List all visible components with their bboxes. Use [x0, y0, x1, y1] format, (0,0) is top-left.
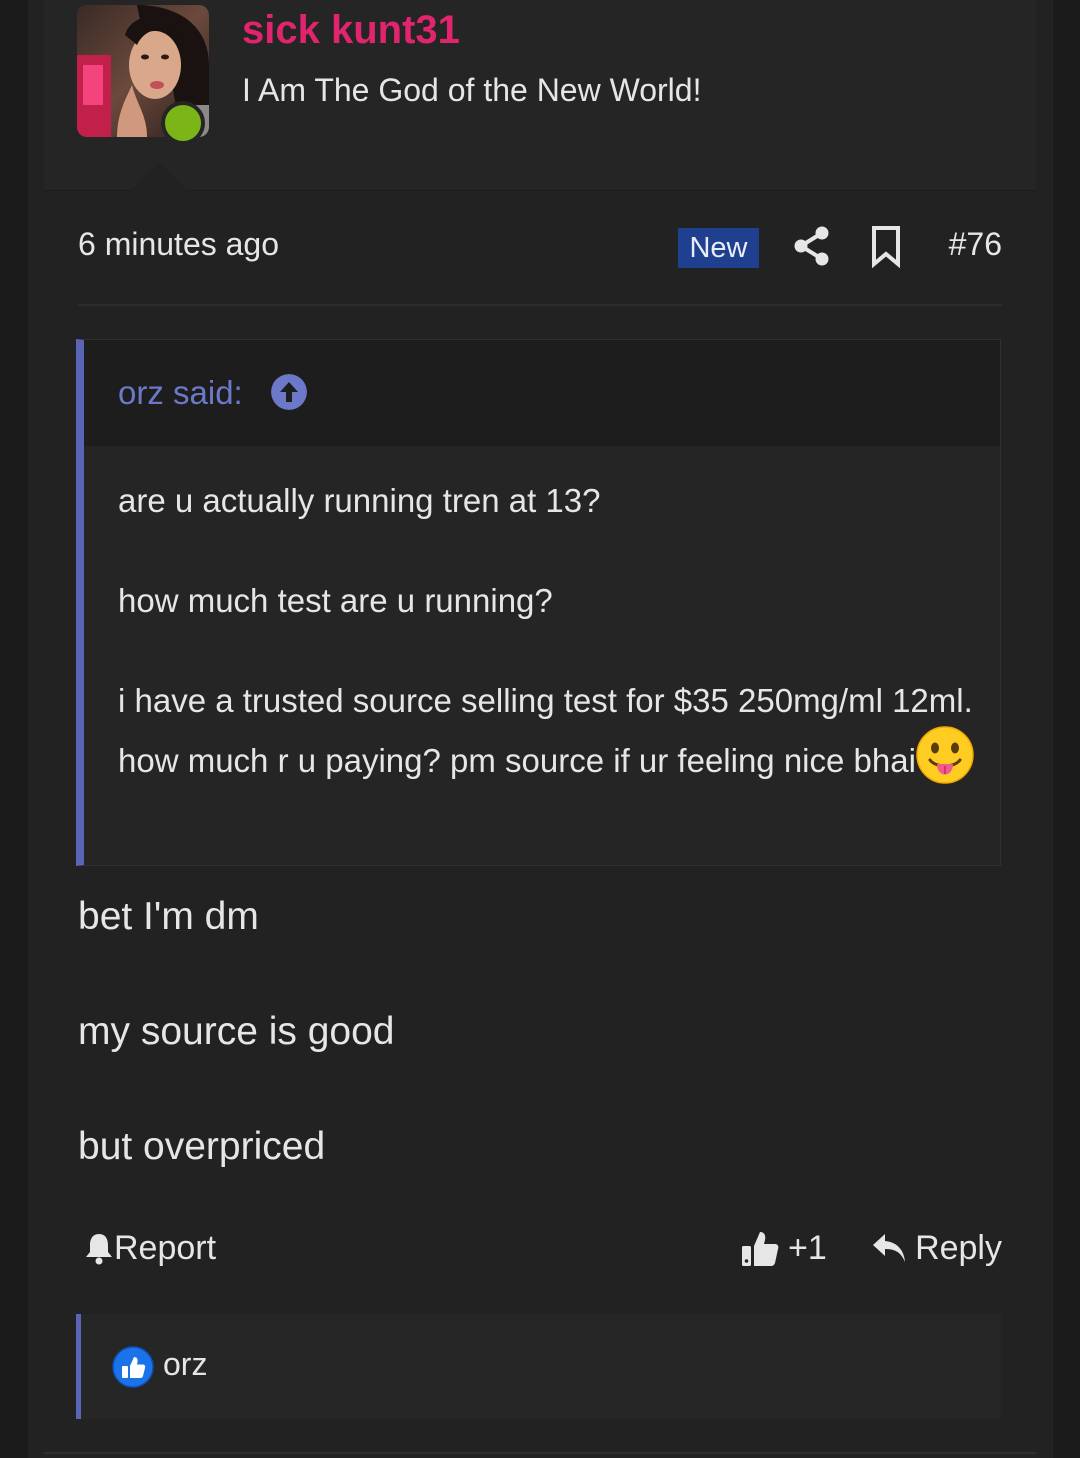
like-reaction-icon — [112, 1346, 154, 1388]
reactions-bar[interactable]: orz — [76, 1314, 1001, 1419]
arrow-up-circle-icon[interactable] — [271, 374, 307, 410]
user-avatar[interactable] — [77, 5, 209, 145]
quote-paragraph: how much test are u running? — [118, 582, 553, 619]
quote-body: are u actually running tren at 13? how m… — [118, 476, 978, 786]
post-user-header: sick kunt31 I Am The God of the New Worl… — [44, 0, 1036, 191]
online-status-dot — [161, 101, 205, 145]
reply-button[interactable]: Reply — [871, 1226, 1002, 1270]
post-actions: Report +1 Reply — [78, 1220, 1002, 1276]
message-paragraph: but overpriced — [78, 1125, 326, 1168]
message-paragraph: my source is good — [78, 1010, 395, 1053]
reply-label: Reply — [915, 1228, 1002, 1267]
thumbs-up-icon — [742, 1232, 779, 1266]
post-message: bet I'm dm my source is good but overpri… — [78, 888, 394, 1176]
reaction-user-list[interactable]: orz — [163, 1346, 207, 1383]
header-caret — [130, 163, 188, 191]
bell-icon — [86, 1234, 112, 1265]
quote-block: orz said: are u actually running tren at… — [76, 339, 1001, 866]
quote-header[interactable]: orz said: — [84, 340, 1000, 446]
post-timestamp[interactable]: 6 minutes ago — [78, 226, 279, 263]
share-icon[interactable] — [790, 224, 834, 268]
bookmark-icon[interactable] — [866, 224, 906, 268]
quote-paragraph: i have a trusted source selling test for… — [118, 682, 973, 779]
like-button[interactable]: +1 — [740, 1224, 827, 1272]
user-title: I Am The God of the New World! — [242, 72, 702, 108]
quote-paragraph-with-emoji: i have a trusted source selling test for… — [118, 676, 978, 786]
username[interactable]: sick kunt31 — [242, 8, 460, 53]
face-with-tongue-emoji — [916, 726, 974, 784]
report-label: Report — [114, 1228, 217, 1267]
post-meta-bar: 6 minutes ago New #76 — [78, 210, 1002, 306]
message-paragraph: bet I'm dm — [78, 895, 259, 938]
reply-arrow-icon — [873, 1234, 906, 1262]
post-divider — [44, 1452, 1036, 1454]
quote-author[interactable]: orz said: — [118, 374, 243, 412]
forum-post: sick kunt31 I Am The God of the New Worl… — [28, 0, 1053, 1458]
like-count: +1 — [788, 1228, 827, 1267]
post-number[interactable]: #76 — [949, 226, 1002, 263]
new-badge: New — [678, 228, 759, 268]
quote-paragraph: are u actually running tren at 13? — [118, 482, 601, 519]
report-button[interactable]: Report — [84, 1226, 216, 1270]
